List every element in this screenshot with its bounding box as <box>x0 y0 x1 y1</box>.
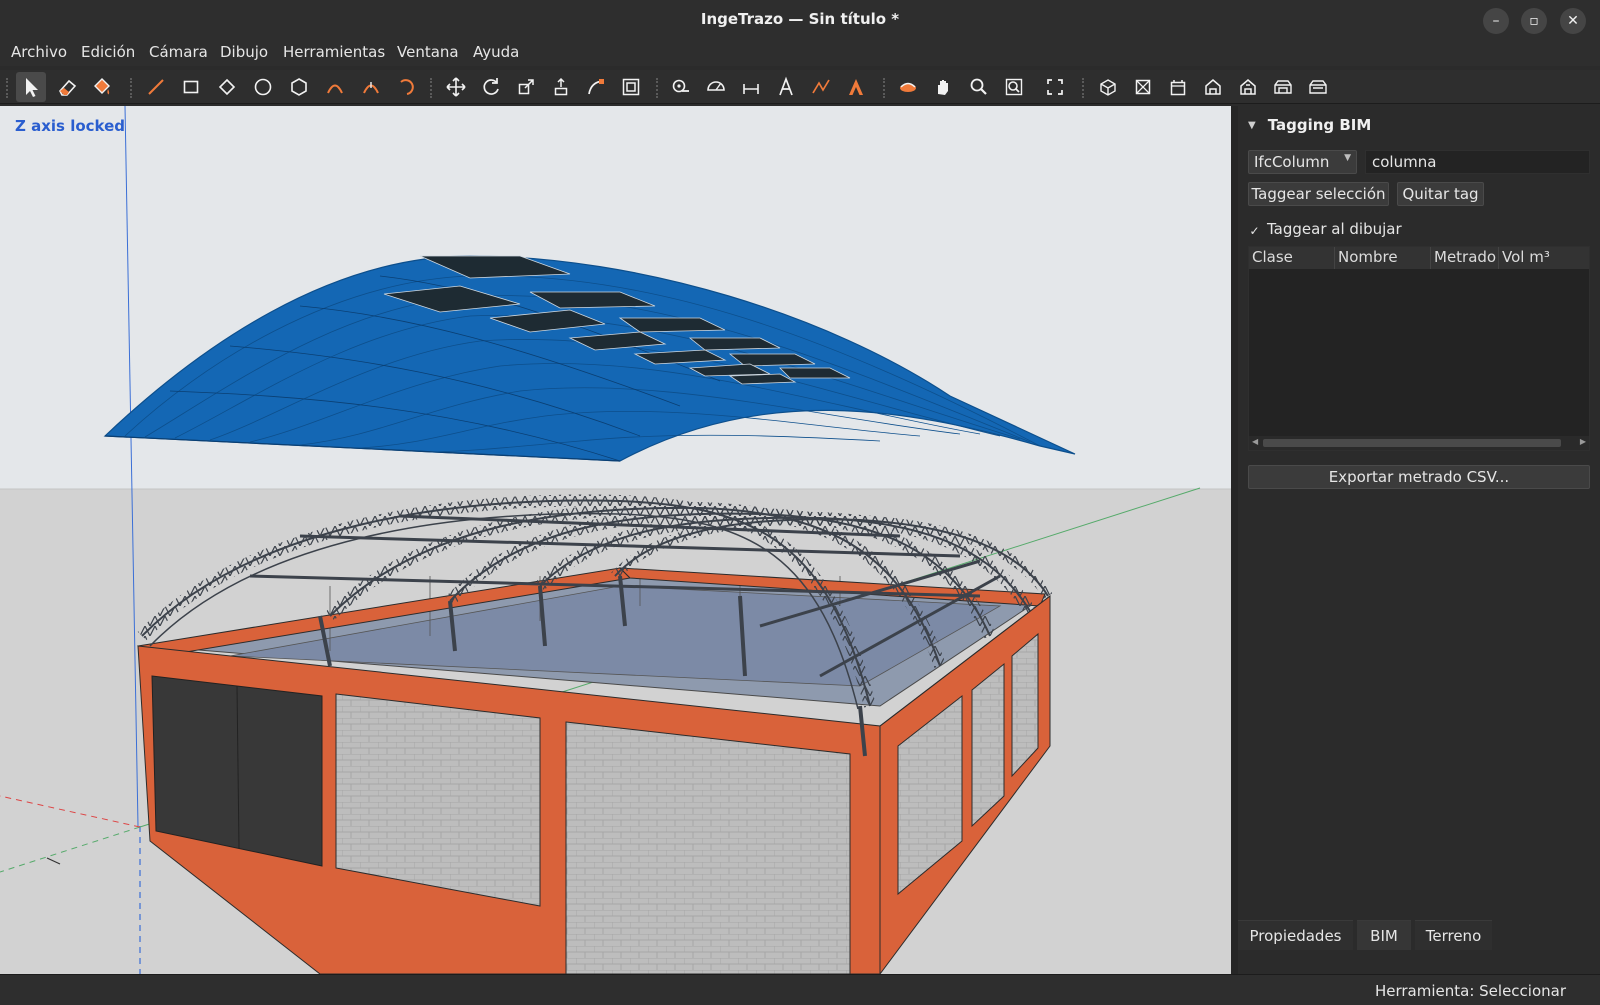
3d-viewport[interactable]: Z axis locked <box>0 106 1231 974</box>
section-title: Tagging BIM <box>1267 116 1372 134</box>
column-header-clase[interactable]: Clase <box>1249 247 1335 269</box>
left-view-icon[interactable] <box>1268 72 1298 102</box>
export-csv-button[interactable]: Exportar metrado CSV... <box>1248 465 1590 489</box>
horizontal-scrollbar[interactable]: ◀ ▶ <box>1249 436 1589 450</box>
scrollbar-thumb[interactable] <box>1263 439 1561 447</box>
menu-bar: Archivo Edición Cámara Dibujo Herramient… <box>0 40 1600 66</box>
eraser-icon[interactable] <box>52 72 82 102</box>
orbit-icon[interactable] <box>893 72 923 102</box>
menu-herramientas[interactable]: Herramientas <box>283 43 385 61</box>
remove-tag-button[interactable]: Quitar tag <box>1397 182 1484 206</box>
current-tool-status: Herramienta: Seleccionar <box>1374 982 1566 1000</box>
scroll-right-icon[interactable]: ▶ <box>1580 437 1586 446</box>
top-view-icon[interactable] <box>1128 72 1158 102</box>
tab-bim[interactable]: BIM <box>1357 920 1411 950</box>
circle-icon[interactable] <box>248 72 278 102</box>
ifc-class-value: IfcColumn <box>1254 153 1330 171</box>
toolbar-grip[interactable] <box>130 78 134 98</box>
panel-tabs: Propiedades BIM Terreno <box>1238 920 1600 950</box>
panel-splitter[interactable] <box>1231 106 1238 974</box>
bim-tagging-panel: ▼ Tagging BIM IfcColumn ▼ columna Taggear… <box>1238 106 1600 974</box>
front-view-icon[interactable] <box>1163 72 1193 102</box>
follow-me-icon[interactable] <box>581 72 611 102</box>
pan-icon[interactable] <box>928 72 958 102</box>
push-pull-icon[interactable] <box>546 72 576 102</box>
bottom-view-icon[interactable] <box>1303 72 1333 102</box>
minimize-button[interactable]: – <box>1483 8 1509 34</box>
toolbar-grip[interactable] <box>656 78 660 98</box>
scale-icon[interactable] <box>511 72 541 102</box>
tag-name-input[interactable]: columna <box>1365 150 1590 174</box>
tag-on-draw-label: Taggear al dibujar <box>1267 220 1402 238</box>
protractor-icon[interactable] <box>701 72 731 102</box>
select-icon[interactable] <box>16 72 46 102</box>
rectangle-icon[interactable] <box>176 72 206 102</box>
title-bar: IngeTrazo — Sin título * – ▫ ✕ <box>0 0 1600 40</box>
collapse-triangle-icon[interactable]: ▼ <box>1248 120 1256 131</box>
column-header-vol[interactable]: Vol m³ <box>1499 247 1589 269</box>
main-toolbar <box>0 70 1600 104</box>
tape-measure-icon[interactable] <box>666 72 696 102</box>
tag-on-draw-option[interactable]: ✓ Taggear al dibujar <box>1248 220 1402 238</box>
tab-propiedades[interactable]: Propiedades <box>1238 920 1353 950</box>
window-title: IngeTrazo — Sin título * <box>700 10 900 28</box>
two-point-arc-icon[interactable] <box>356 72 386 102</box>
line-icon[interactable] <box>141 72 171 102</box>
chevron-down-icon: ▼ <box>1344 153 1351 163</box>
3d-text-icon[interactable] <box>841 72 871 102</box>
paint-bucket-icon[interactable] <box>86 72 116 102</box>
toolbar-grip[interactable] <box>883 78 887 98</box>
toolbar-grip[interactable] <box>1082 78 1086 98</box>
dimension-icon[interactable] <box>736 72 766 102</box>
iso-view-icon[interactable] <box>1093 72 1123 102</box>
zoom-extents-icon[interactable] <box>1040 72 1070 102</box>
column-header-nombre[interactable]: Nombre <box>1335 247 1431 269</box>
rotate-icon[interactable] <box>476 72 506 102</box>
menu-ayuda[interactable]: Ayuda <box>473 43 519 61</box>
toolbar-grip[interactable] <box>6 78 10 98</box>
axes-icon[interactable] <box>806 72 836 102</box>
zoom-icon[interactable] <box>964 72 994 102</box>
table-header: Clase Nombre Metrado Vol m³ <box>1249 247 1589 269</box>
axis-lock-indicator: Z axis locked <box>15 117 126 135</box>
menu-ventana[interactable]: Ventana <box>397 43 459 61</box>
toolbar-grip[interactable] <box>430 78 434 98</box>
text-icon[interactable] <box>771 72 801 102</box>
section-header[interactable]: ▼ Tagging BIM <box>1248 116 1371 134</box>
tag-selection-button[interactable]: Taggear selección <box>1248 182 1389 206</box>
menu-dibujo[interactable]: Dibujo <box>220 43 268 61</box>
zoom-window-icon[interactable] <box>999 72 1029 102</box>
building <box>136 567 1051 974</box>
rotated-rectangle-icon[interactable] <box>212 72 242 102</box>
right-view-icon[interactable] <box>1198 72 1228 102</box>
menu-edicion[interactable]: Edición <box>81 43 135 61</box>
close-button[interactable]: ✕ <box>1560 8 1586 34</box>
maximize-button[interactable]: ▫ <box>1521 8 1547 34</box>
metrado-table[interactable]: Clase Nombre Metrado Vol m³ ◀ ▶ <box>1248 246 1590 451</box>
polygon-icon[interactable] <box>284 72 314 102</box>
menu-archivo[interactable]: Archivo <box>11 43 67 61</box>
arc-icon[interactable] <box>320 72 350 102</box>
tab-terreno[interactable]: Terreno <box>1415 920 1492 950</box>
tag-on-draw-checkbox[interactable]: ✓ <box>1248 225 1261 238</box>
scroll-left-icon[interactable]: ◀ <box>1252 437 1258 446</box>
pie-icon[interactable] <box>391 72 421 102</box>
back-view-icon[interactable] <box>1233 72 1263 102</box>
column-header-metrado[interactable]: Metrado <box>1431 247 1499 269</box>
move-icon[interactable] <box>441 72 471 102</box>
ifc-class-select[interactable]: IfcColumn ▼ <box>1248 150 1357 174</box>
status-bar: Herramienta: Seleccionar <box>0 974 1600 1005</box>
offset-icon[interactable] <box>616 72 646 102</box>
menu-camara[interactable]: Cámara <box>149 43 208 61</box>
